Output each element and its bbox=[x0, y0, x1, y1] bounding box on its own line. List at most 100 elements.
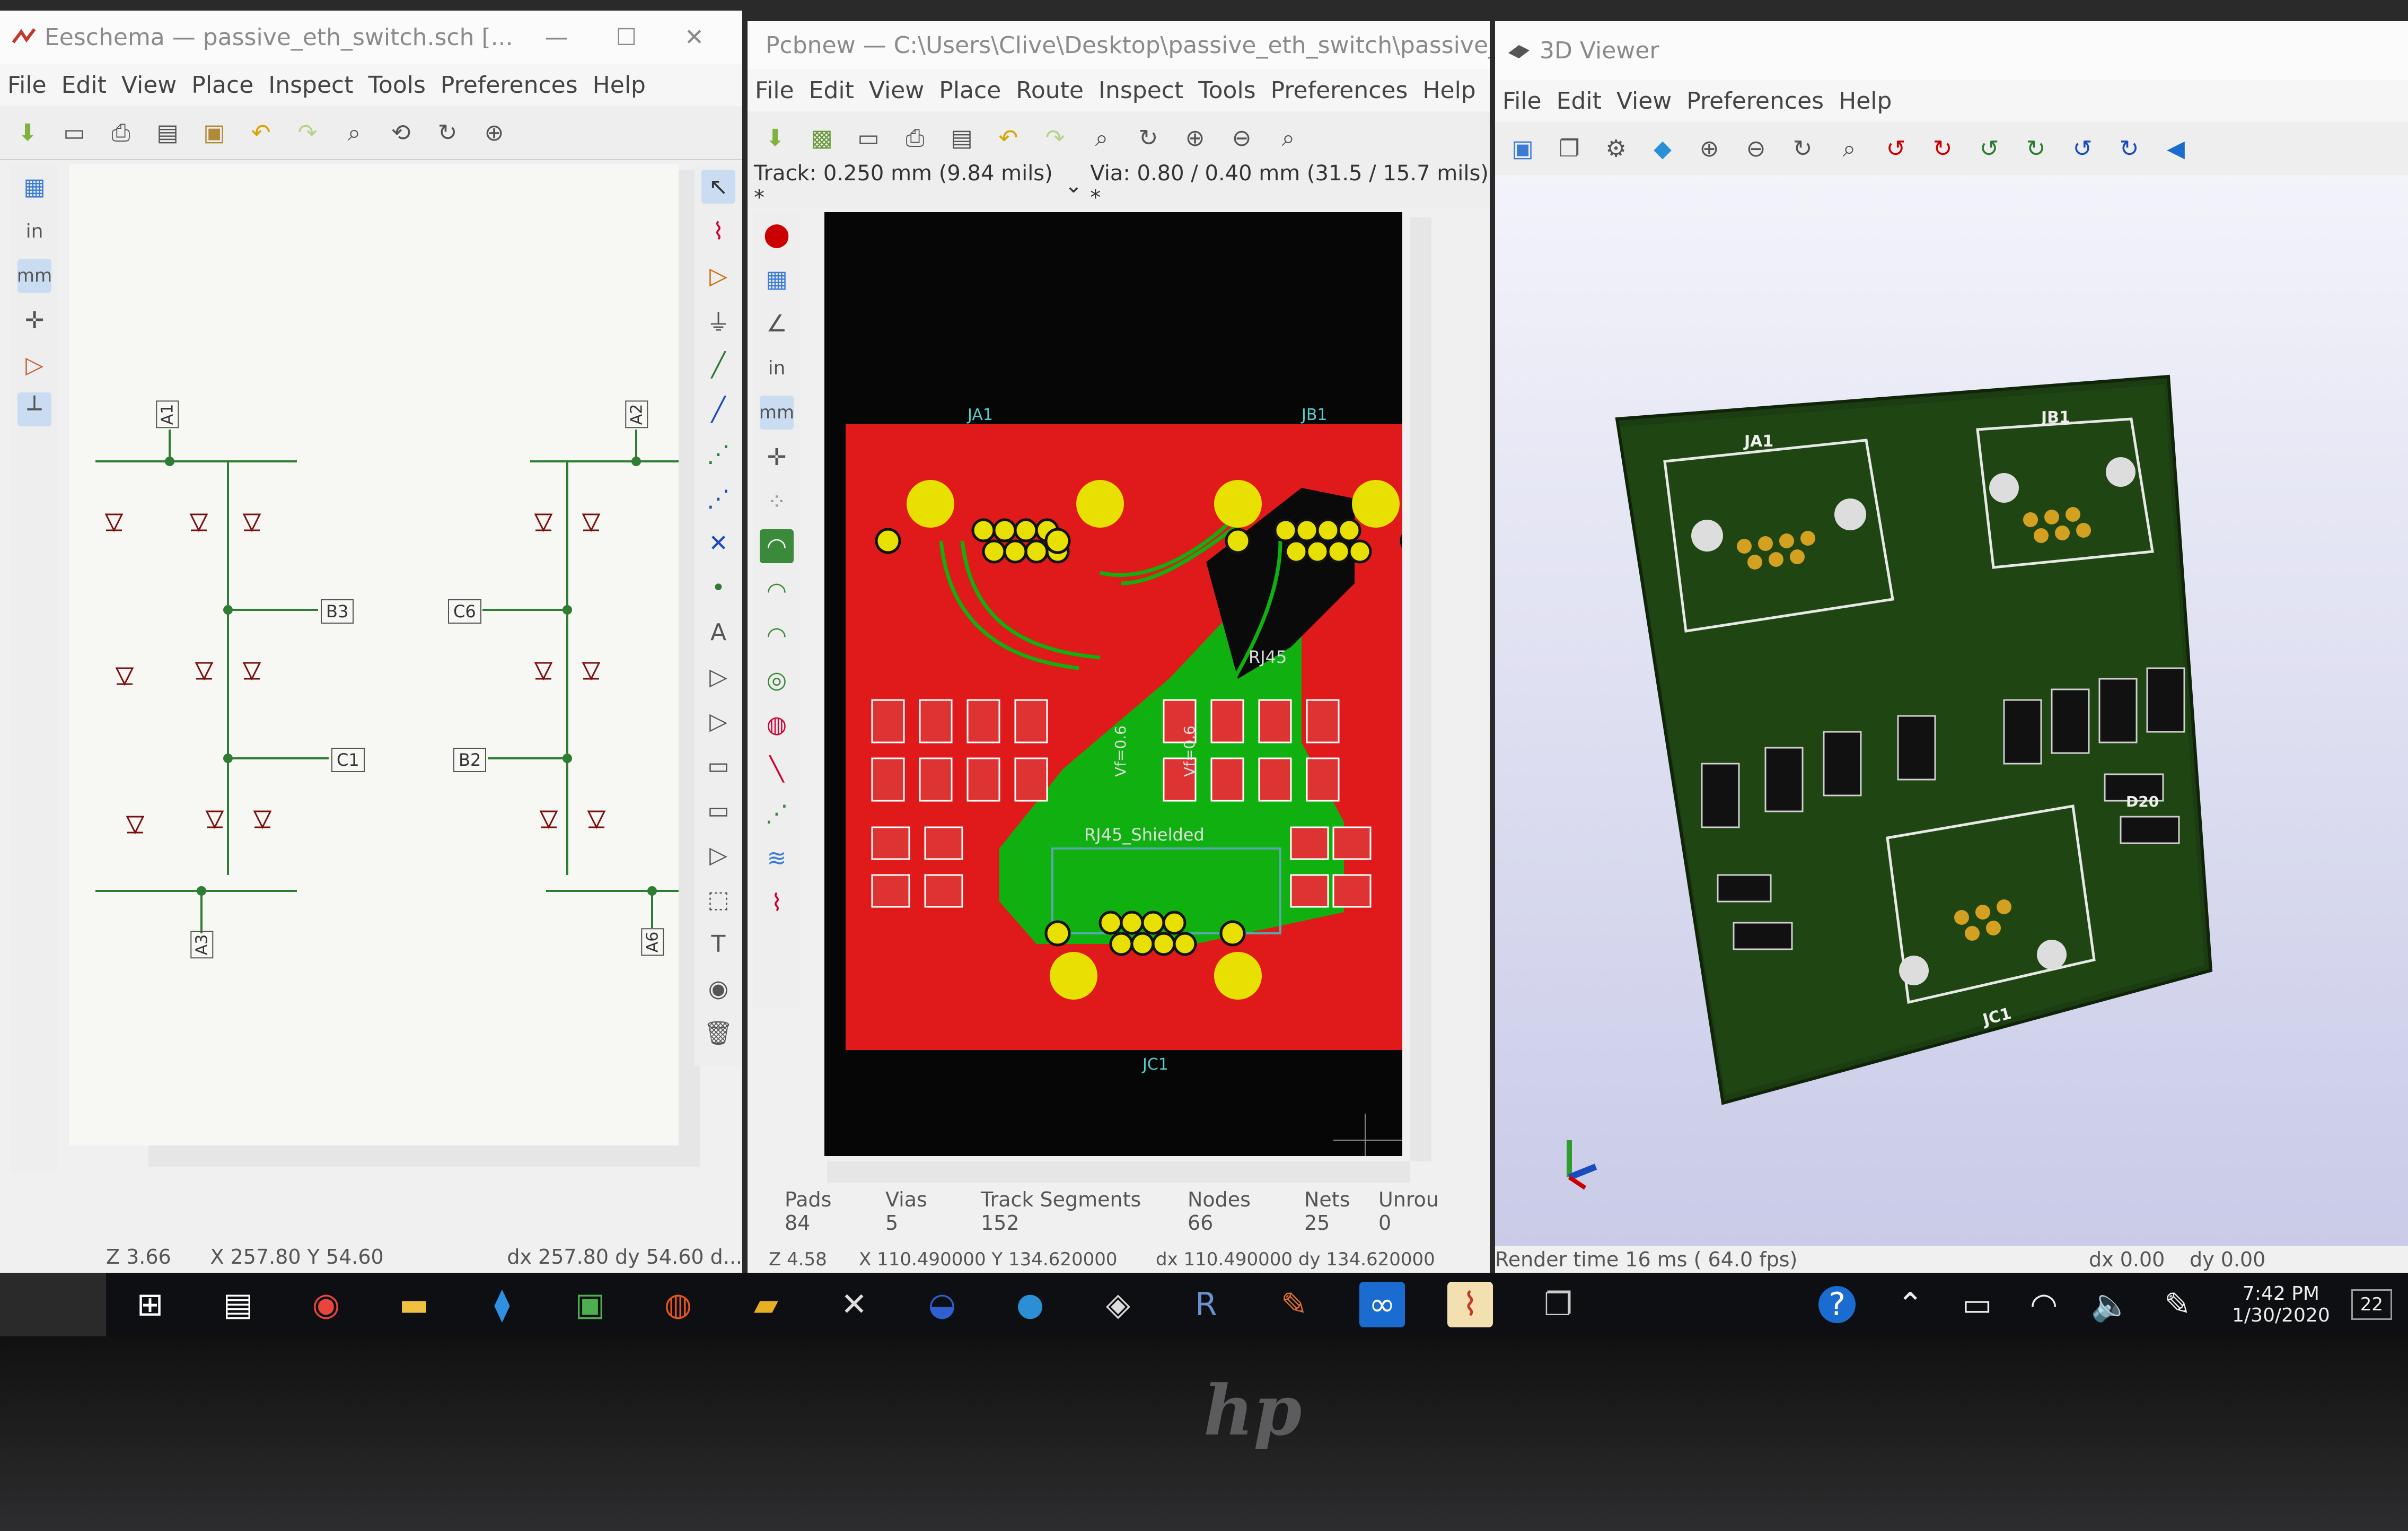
image-app-icon[interactable]: ▣ bbox=[567, 1282, 613, 1327]
rotate-y-cw-icon[interactable]: ↻ bbox=[2019, 132, 2053, 165]
zoom-in-icon[interactable]: ⊕ bbox=[1692, 132, 1726, 165]
cursor-shape-icon[interactable]: ✛ bbox=[760, 440, 794, 474]
menu-file[interactable]: File bbox=[1502, 88, 1542, 115]
pencil-app-icon[interactable]: ✎ bbox=[1271, 1282, 1317, 1327]
ratsnest-icon[interactable]: ⁘ bbox=[760, 485, 794, 519]
units-inch-icon[interactable]: in bbox=[760, 351, 794, 385]
render-options-icon[interactable]: ⚙ bbox=[1599, 132, 1633, 165]
text-tool-icon[interactable]: T bbox=[701, 927, 735, 961]
net-label-b3[interactable]: B3 bbox=[321, 599, 354, 624]
find-icon[interactable]: ⌕ bbox=[1085, 121, 1119, 155]
rotate-z-ccw-icon[interactable]: ↺ bbox=[2066, 132, 2099, 165]
menu-edit[interactable]: Edit bbox=[1557, 88, 1602, 115]
menu-edit[interactable]: Edit bbox=[809, 77, 854, 104]
net-label-a1[interactable]: A1 bbox=[156, 400, 179, 428]
net-label-c1[interactable]: C1 bbox=[331, 748, 365, 772]
hier-pin-icon[interactable]: ▷ bbox=[701, 838, 735, 872]
box-3d-icon[interactable]: ◈ bbox=[1095, 1282, 1141, 1327]
wire-entry-icon[interactable]: ⋰ bbox=[701, 437, 735, 471]
wifi-icon[interactable]: ◠ bbox=[2021, 1282, 2067, 1327]
menu-inspect[interactable]: Inspect bbox=[268, 72, 353, 99]
undo-icon[interactable]: ↶ bbox=[244, 116, 278, 150]
menu-preferences[interactable]: Preferences bbox=[1271, 77, 1408, 104]
drc-icon[interactable]: ⬤ bbox=[760, 217, 794, 251]
menu-tools[interactable]: Tools bbox=[368, 72, 426, 99]
global-label-icon[interactable]: ▷ bbox=[701, 660, 735, 694]
pcbnew-titlebar[interactable]: Pcbnew — C:\Users\Clive\Desktop\passive_… bbox=[748, 21, 1490, 69]
save-icon[interactable]: ⬇ bbox=[758, 121, 792, 155]
zoom-in-icon[interactable]: ⊕ bbox=[1178, 121, 1212, 155]
save-icon[interactable]: ⬇ bbox=[11, 116, 45, 150]
menu-file[interactable]: File bbox=[7, 72, 47, 99]
plot-icon[interactable]: ▤ bbox=[151, 116, 184, 150]
menu-view[interactable]: View bbox=[869, 77, 924, 104]
viewer3d-canvas[interactable]: JA1 JB1 JC1 D20 bbox=[1495, 175, 2408, 1246]
plot-icon[interactable]: ▤ bbox=[945, 121, 979, 155]
polar-coords-icon[interactable]: ∠ bbox=[760, 307, 794, 340]
pcbnew-hscrollbar[interactable] bbox=[827, 1161, 1410, 1183]
rotate-y-ccw-icon[interactable]: ↺ bbox=[1972, 132, 2006, 165]
page-settings-icon[interactable]: ▭ bbox=[57, 116, 91, 150]
import-pin-icon[interactable]: ▭ bbox=[701, 793, 735, 827]
app-icon-active[interactable]: ∞ bbox=[1359, 1282, 1405, 1327]
via-sketch-icon[interactable]: ◍ bbox=[760, 707, 794, 741]
task-view-icon[interactable]: ▤ bbox=[215, 1282, 261, 1327]
refresh-icon[interactable]: ↻ bbox=[430, 116, 464, 150]
grid-icon[interactable]: ▦ bbox=[760, 262, 794, 296]
hier-label-icon[interactable]: ▷ bbox=[701, 704, 735, 738]
menu-view[interactable]: View bbox=[1616, 88, 1672, 115]
rotate-z-cw-icon[interactable]: ↻ bbox=[2112, 132, 2146, 165]
start-icon[interactable]: ⊞ bbox=[127, 1282, 173, 1327]
menu-help[interactable]: Help bbox=[1422, 77, 1475, 104]
refresh-icon[interactable]: ↻ bbox=[1131, 121, 1165, 155]
dropdown-chevron-icon[interactable]: ⌄ bbox=[1065, 173, 1090, 198]
r-icon[interactable]: R bbox=[1183, 1282, 1229, 1327]
print-icon[interactable]: ⎙ bbox=[898, 121, 932, 155]
graphic-line-icon[interactable]: ⬚ bbox=[701, 882, 735, 916]
pcb-canvas[interactable]: JA1 JB1 JC1 RJ45 RJ45_Shielded Vf=0.6 Vf… bbox=[824, 212, 1402, 1156]
add-power-icon[interactable]: ⏚ bbox=[701, 303, 735, 337]
menu-inspect[interactable]: Inspect bbox=[1098, 77, 1183, 104]
zoom-fit-icon[interactable]: ⌕ bbox=[1271, 121, 1305, 155]
curved-ratsnest-icon[interactable]: ◠ bbox=[760, 574, 794, 608]
net-label-a2[interactable]: A2 bbox=[625, 400, 648, 428]
minimize-icon[interactable]: — bbox=[545, 24, 568, 51]
add-symbol-icon[interactable]: ▷ bbox=[701, 259, 735, 293]
close-icon[interactable]: ✕ bbox=[684, 24, 704, 51]
hier-sheet-icon[interactable]: ▭ bbox=[701, 749, 735, 783]
musescore-icon[interactable]: ● bbox=[1007, 1282, 1053, 1327]
xming-icon[interactable]: ✕ bbox=[831, 1282, 877, 1327]
battery-icon[interactable]: ▭ bbox=[1954, 1282, 2000, 1327]
notification-badge[interactable]: 22 bbox=[2351, 1289, 2392, 1320]
junction-icon[interactable]: • bbox=[701, 571, 735, 605]
window-app-icon[interactable]: ❐ bbox=[1535, 1282, 1581, 1327]
menu-preferences[interactable]: Preferences bbox=[1686, 88, 1824, 115]
find-replace-icon[interactable]: ⟲ bbox=[384, 116, 418, 150]
image-tool-icon[interactable]: ◉ bbox=[701, 972, 735, 1005]
eeschema-titlebar[interactable]: Eeschema — passive_eth_switch.sch [... —… bbox=[0, 11, 742, 64]
menu-view[interactable]: View bbox=[121, 72, 177, 99]
copy-3d-image-icon[interactable]: ❐ bbox=[1552, 132, 1586, 165]
cursor-shape-icon[interactable]: ✛ bbox=[17, 303, 51, 337]
export-image-icon[interactable]: ▣ bbox=[1506, 132, 1540, 165]
pdf-icon[interactable]: ▰ bbox=[743, 1282, 789, 1327]
kicad-icon[interactable]: ⌇ bbox=[1447, 1282, 1493, 1327]
units-mm-icon[interactable]: mm bbox=[17, 259, 52, 293]
find-icon[interactable]: ⌕ bbox=[337, 116, 371, 150]
net-label-b2[interactable]: B2 bbox=[453, 748, 487, 772]
menu-preferences[interactable]: Preferences bbox=[441, 72, 578, 99]
raytracing-icon[interactable]: ◆ bbox=[1646, 132, 1680, 165]
zoom-out-icon[interactable]: ⊖ bbox=[1225, 121, 1259, 155]
pad-sketch-icon[interactable]: ◎ bbox=[760, 663, 794, 697]
pen-icon[interactable]: ✎ bbox=[2155, 1282, 2200, 1327]
track-sketch-icon[interactable]: ╲ bbox=[760, 752, 794, 786]
menu-help[interactable]: Help bbox=[1839, 88, 1892, 115]
zoom-fit-icon[interactable]: ⌕ bbox=[1832, 132, 1866, 165]
redo-icon[interactable]: ↷ bbox=[1038, 121, 1072, 155]
zoom-in-icon[interactable]: ⊕ bbox=[477, 116, 511, 150]
volume-icon[interactable]: 🔈 bbox=[2088, 1282, 2133, 1327]
add-bus-icon[interactable]: ╱ bbox=[701, 392, 735, 426]
redo-icon[interactable]: ↷ bbox=[291, 116, 324, 150]
add-wire-icon[interactable]: ╱ bbox=[701, 348, 735, 382]
menu-place[interactable]: Place bbox=[939, 77, 1001, 104]
